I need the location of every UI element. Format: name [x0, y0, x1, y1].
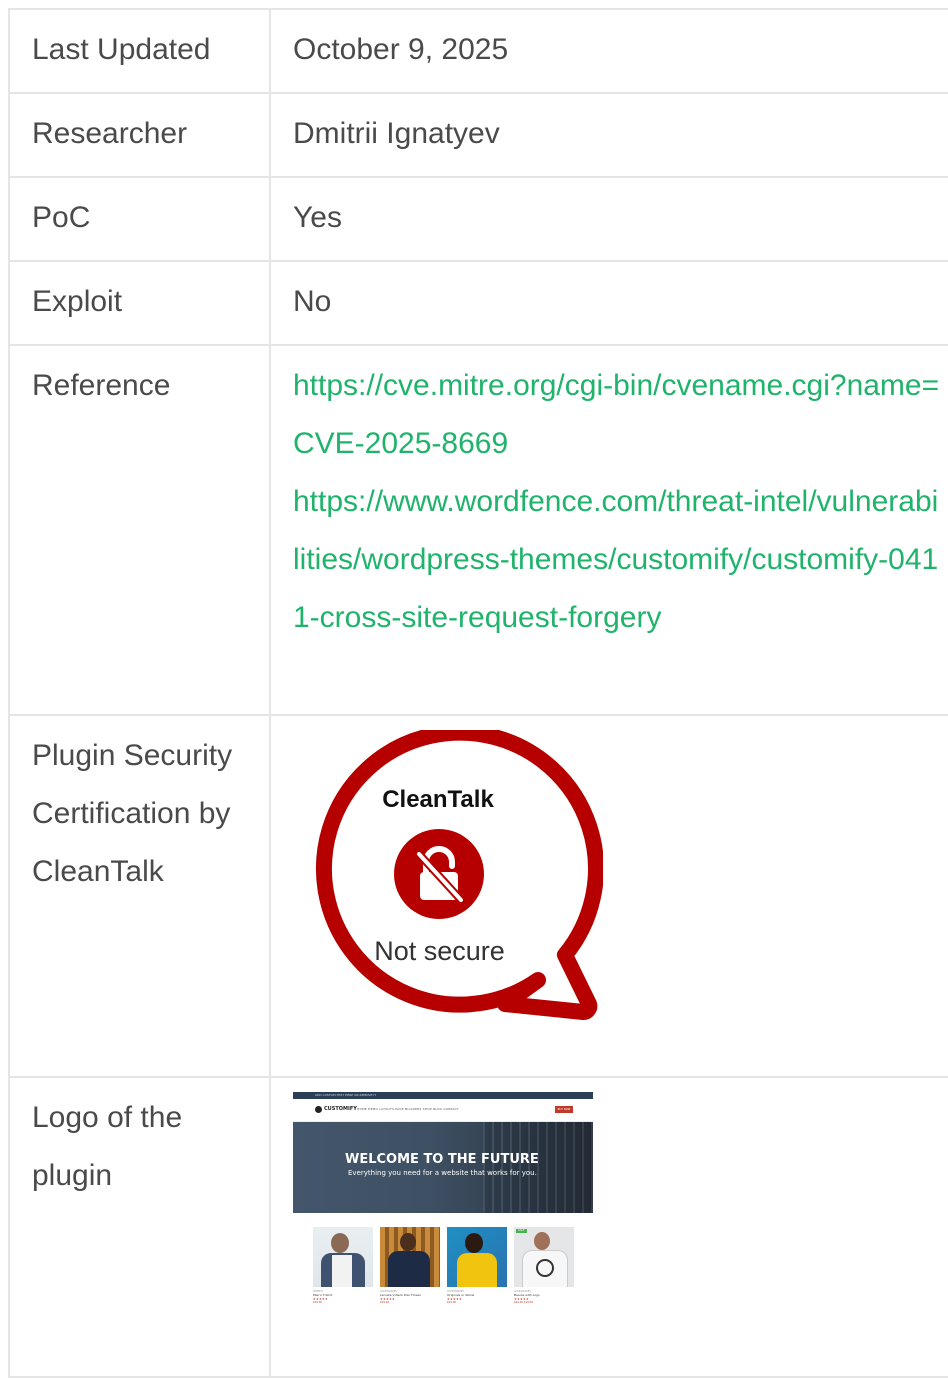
preview-buy-button: BUY NOW	[555, 1106, 573, 1113]
preview-product-grid: WOMEN Men's T-Shirt ★★★★★ $19.00 ACCESSO…	[313, 1227, 581, 1305]
product-photo	[380, 1227, 440, 1287]
reference-link-cve[interactable]: https://cve.mitre.org/cgi-bin/cvename.cg…	[293, 357, 944, 473]
preview-nav-links: HOME DEMO LAYOUTS PAGE BUILDERS SHOP BLO…	[357, 1107, 459, 1111]
badge-brand: CleanTalk	[382, 786, 494, 813]
table-row: PoC Yes	[8, 176, 948, 262]
cleantalk-security-badge: CleanTalk Not secure	[293, 730, 603, 1040]
preview-product: WOMEN Men's T-Shirt ★★★★★ $19.00	[313, 1227, 373, 1305]
preview-product: ACCESSORIES Lacoste V-Neck Polo Flower ★…	[380, 1227, 440, 1305]
row-value-poc: Yes	[269, 176, 948, 262]
preview-hero: WELCOME TO THE FUTURE Everything you nee…	[293, 1122, 593, 1213]
preview-hero-subtitle: Everything you need for a website that w…	[348, 1169, 537, 1177]
badge-status: Not secure	[374, 936, 505, 966]
unlock-slash-icon	[394, 829, 484, 919]
table-row: Researcher Dmitrii Ignatyev	[8, 92, 948, 178]
row-value-certification: CleanTalk Not secure	[269, 714, 948, 1078]
row-label-reference: Reference	[8, 344, 271, 716]
preview-hero-title: WELCOME TO THE FUTURE	[345, 1152, 539, 1167]
row-value-logo: ADD CUSTOM TEXT HERE OR REMOVE IT CUSTOM…	[269, 1076, 948, 1378]
reference-link-wordfence[interactable]: https://www.wordfence.com/threat-intel/v…	[293, 473, 944, 647]
preview-topbar: ADD CUSTOM TEXT HERE OR REMOVE IT	[293, 1092, 593, 1099]
row-value-researcher: Dmitrii Ignatyev	[269, 92, 948, 178]
row-label-certification: Plugin Security Certification by CleanTa…	[8, 714, 271, 1078]
row-label-researcher: Researcher	[8, 92, 271, 178]
vulnerability-details-table: Last Updated October 9, 2025 Researcher …	[8, 8, 948, 1378]
product-photo	[447, 1227, 507, 1287]
table-row: Plugin Security Certification by CleanTa…	[8, 714, 948, 1078]
row-value-exploit: No	[269, 260, 948, 346]
table-row: Logo of the plugin ADD CUSTOM TEXT HERE …	[8, 1076, 948, 1378]
product-photo	[313, 1227, 373, 1287]
table-row: Exploit No	[8, 260, 948, 346]
row-label-exploit: Exploit	[8, 260, 271, 346]
row-label-poc: PoC	[8, 176, 271, 262]
preview-nav: CUSTOMIFY HOME DEMO LAYOUTS PAGE BUILDER…	[293, 1099, 593, 1122]
table-row: Last Updated October 9, 2025	[8, 8, 948, 94]
product-photo: SALE	[514, 1227, 574, 1287]
preview-product: SALE ACCESSORIES Beanie with Logo ★★★★★ …	[514, 1227, 574, 1305]
sale-badge: SALE	[516, 1229, 527, 1233]
row-value-last-updated: October 9, 2025	[269, 8, 948, 94]
customify-logo-icon	[315, 1106, 322, 1113]
row-value-reference: https://cve.mitre.org/cgi-bin/cvename.cg…	[269, 344, 948, 716]
row-label-last-updated: Last Updated	[8, 8, 271, 94]
table-row: Reference https://cve.mitre.org/cgi-bin/…	[8, 344, 948, 716]
plugin-logo-image: ADD CUSTOM TEXT HERE OR REMOVE IT CUSTOM…	[293, 1092, 593, 1362]
preview-brand: CUSTOMIFY	[324, 1106, 357, 1112]
preview-product: ACCESSORIES Originals in Yellow ★★★★★ $2…	[447, 1227, 507, 1305]
row-label-logo: Logo of the plugin	[8, 1076, 271, 1378]
